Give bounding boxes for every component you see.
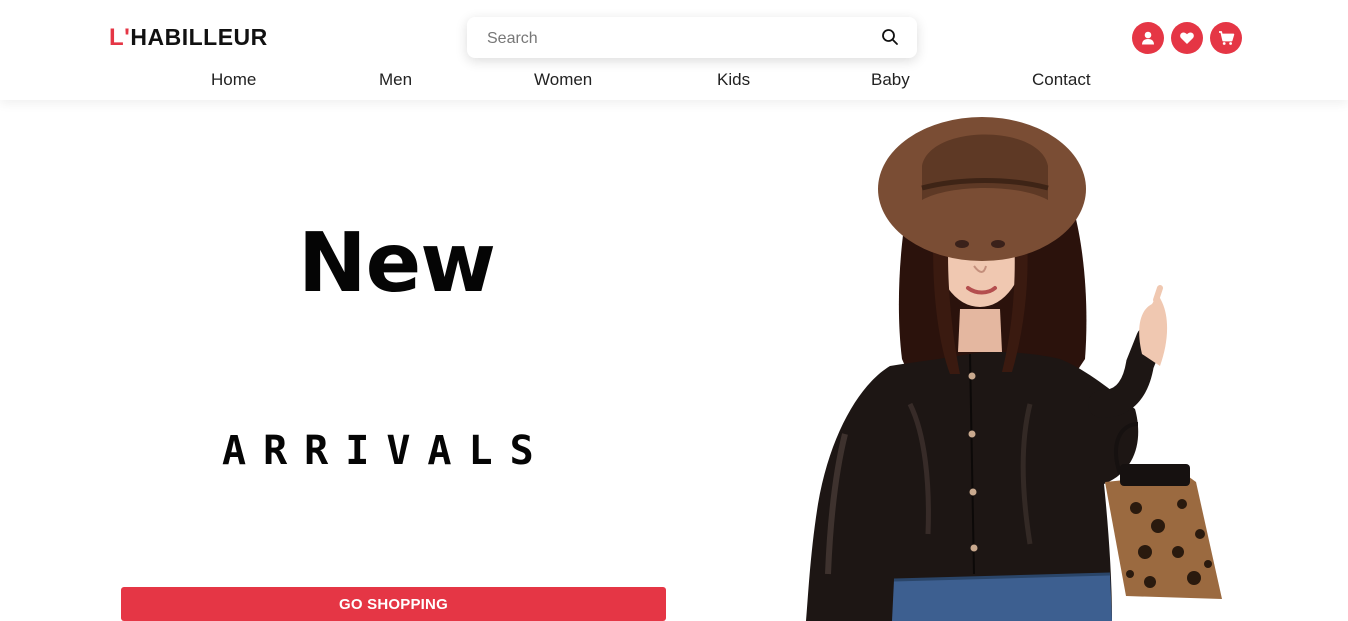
search-icon[interactable]: [881, 28, 899, 46]
nav-kids[interactable]: Kids: [717, 70, 750, 90]
logo[interactable]: L'HABILLEUR: [109, 24, 268, 52]
site-header: L'HABILLEUR Search Home Men Women Kids B…: [0, 0, 1348, 100]
header-actions: [1132, 22, 1242, 54]
logo-name: HABILLEUR: [130, 24, 268, 50]
search-input[interactable]: [485, 27, 869, 50]
logo-accent: L': [109, 24, 131, 51]
nav-home[interactable]: Home: [211, 70, 256, 90]
nav-men[interactable]: Men: [379, 70, 412, 90]
hero-model-image: [806, 117, 1222, 621]
go-shopping-button[interactable]: GO SHOPPING: [121, 587, 666, 621]
search-bar: [467, 17, 917, 58]
heart-icon[interactable]: [1171, 22, 1203, 54]
user-icon[interactable]: [1132, 22, 1164, 54]
hero-subheadline: ARRIVALS: [222, 428, 551, 474]
cart-icon[interactable]: [1210, 22, 1242, 54]
main-nav: Home Men Women Kids Baby Contact: [0, 70, 1348, 92]
nav-baby[interactable]: Baby: [871, 70, 910, 90]
nav-women[interactable]: Women: [534, 70, 592, 90]
hero-headline: New: [298, 216, 496, 311]
nav-contact[interactable]: Contact: [1032, 70, 1091, 90]
